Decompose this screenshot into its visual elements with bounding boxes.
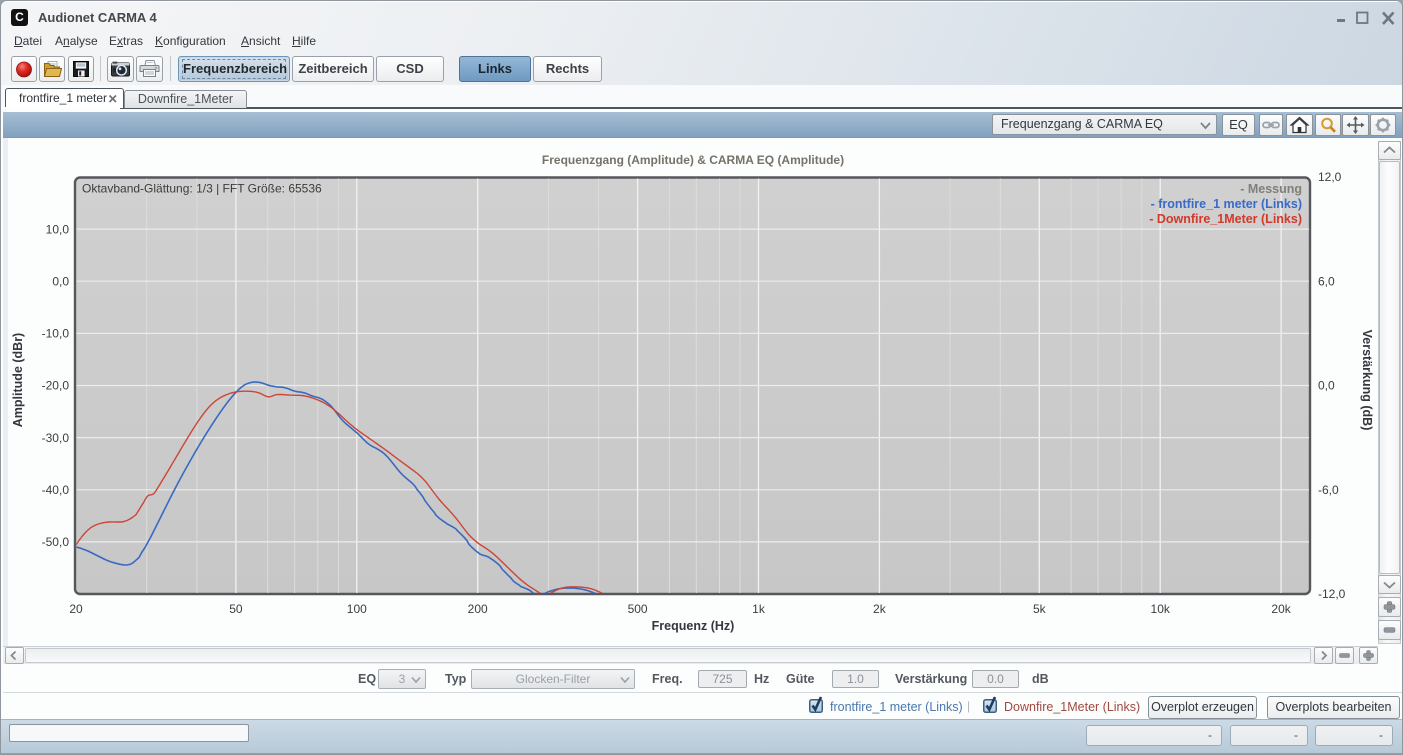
svg-text:-40,0: -40,0 bbox=[42, 483, 70, 497]
svg-text:-20,0: -20,0 bbox=[42, 379, 70, 393]
svg-text:2k: 2k bbox=[873, 602, 887, 616]
svg-text:-30,0: -30,0 bbox=[42, 431, 70, 445]
svg-text:Oktavband-Glättung: 1/3 | FFT: Oktavband-Glättung: 1/3 | FFT Größe: 655… bbox=[82, 182, 322, 196]
svg-text:- Downfire_1Meter (Links): - Downfire_1Meter (Links) bbox=[1149, 212, 1302, 226]
svg-text:-6,0: -6,0 bbox=[1318, 483, 1339, 497]
svg-text:Amplitude (dBr): Amplitude (dBr) bbox=[11, 333, 25, 427]
svg-text:Frequenz (Hz): Frequenz (Hz) bbox=[652, 619, 735, 633]
svg-text:100: 100 bbox=[347, 602, 367, 616]
svg-text:-50,0: -50,0 bbox=[42, 535, 70, 549]
svg-text:20: 20 bbox=[69, 602, 83, 616]
svg-text:- frontfire_1 meter (Links): - frontfire_1 meter (Links) bbox=[1151, 197, 1302, 211]
svg-text:- Messung: - Messung bbox=[1240, 182, 1302, 196]
svg-text:200: 200 bbox=[468, 602, 488, 616]
svg-text:1k: 1k bbox=[752, 602, 766, 616]
svg-text:-10,0: -10,0 bbox=[42, 327, 70, 341]
svg-text:10k: 10k bbox=[1151, 602, 1171, 616]
svg-text:Frequenzgang (Amplitude) & CAR: Frequenzgang (Amplitude) & CARMA EQ (Amp… bbox=[542, 153, 844, 167]
svg-text:12,0: 12,0 bbox=[1318, 170, 1342, 184]
svg-text:0,0: 0,0 bbox=[1318, 379, 1335, 393]
svg-text:10,0: 10,0 bbox=[46, 222, 70, 236]
svg-text:5k: 5k bbox=[1033, 602, 1047, 616]
svg-text:500: 500 bbox=[628, 602, 648, 616]
svg-text:Verstärkung (dB): Verstärkung (dB) bbox=[1360, 330, 1374, 431]
svg-text:0,0: 0,0 bbox=[52, 274, 69, 288]
svg-text:6,0: 6,0 bbox=[1318, 274, 1335, 288]
svg-text:20k: 20k bbox=[1271, 602, 1291, 616]
svg-text:50: 50 bbox=[229, 602, 243, 616]
svg-text:-12,0: -12,0 bbox=[1318, 587, 1346, 601]
